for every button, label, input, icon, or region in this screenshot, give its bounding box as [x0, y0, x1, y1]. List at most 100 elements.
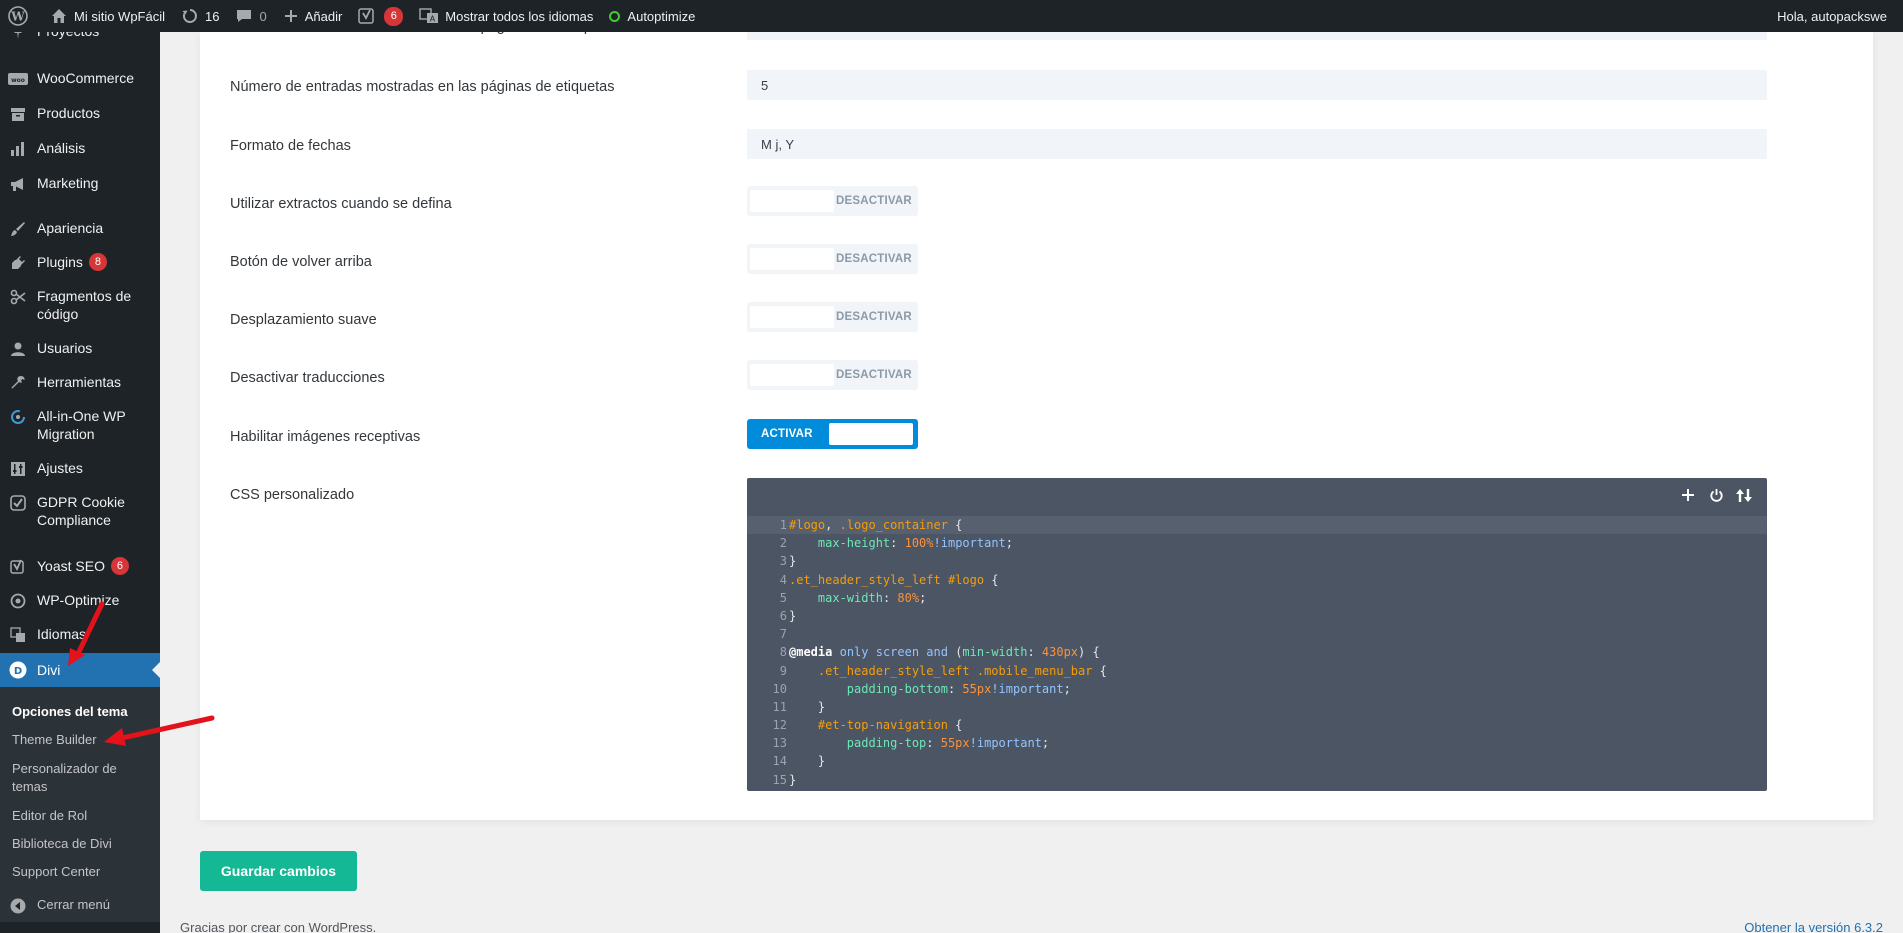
language-icon [8, 625, 28, 645]
wordpress-logo-button[interactable]: W [0, 0, 42, 32]
scissors-icon [8, 287, 28, 307]
code-lines: 1 #logo, .logo_container { 2 max-height: … [747, 516, 1767, 789]
back-to-top-toggle[interactable]: DESACTIVAR [747, 244, 918, 274]
optimize-icon [8, 591, 28, 611]
line-number: 6 [779, 608, 787, 623]
add-new-label: Añadir [304, 8, 343, 24]
annotation-arrow-icon [68, 601, 105, 666]
editor-toolbar [1679, 486, 1753, 504]
line-number: 13 [772, 736, 787, 751]
toggle-off-text: DESACTIVAR [836, 253, 912, 265]
status-dot-icon [609, 10, 621, 22]
sidebar-item-productos[interactable]: Productos [0, 104, 160, 124]
settings-icon [8, 459, 28, 479]
tag-posts-input[interactable]: 5 [747, 70, 1767, 100]
line-number: 1 [779, 518, 787, 532]
site-name: Mi sitio WpFácil [74, 8, 166, 24]
toggle-knob [828, 423, 913, 445]
autoptimize-label: Autoptimize [627, 8, 696, 24]
line-number: 10 [772, 681, 787, 696]
svg-text:woo: woo [11, 77, 25, 84]
yoast-icon [358, 7, 376, 25]
comments-count: 0 [259, 8, 267, 24]
submenu-biblioteca[interactable]: Biblioteca de Divi [0, 835, 124, 853]
line-number: 2 [779, 536, 787, 551]
collapse-menu-button[interactable]: Cerrar menú [0, 896, 160, 916]
add-new-link[interactable]: Añadir [275, 0, 351, 32]
date-format-input[interactable]: M j, Y [747, 129, 1767, 159]
account-menu[interactable]: Hola, autopackswe [1769, 0, 1903, 32]
line-number: 12 [772, 718, 787, 733]
autoptimize-link[interactable]: Autoptimize [601, 0, 703, 32]
toggle-off-text: DESACTIVAR [836, 195, 912, 207]
translate-icon: A [419, 7, 439, 25]
toggle-off-text: DESACTIVAR [836, 369, 912, 381]
sidebar-item-woocommerce[interactable]: woo WooCommerce [0, 69, 160, 89]
sidebar-item-plugins[interactable]: Plugins 8 [0, 253, 160, 273]
line-number: 15 [772, 772, 787, 787]
sidebar-item-proyectos[interactable]: Proyectos [0, 32, 160, 42]
update-icon [181, 7, 199, 25]
line-number: 8 [779, 645, 787, 660]
sidebar-item-all-in-one[interactable]: All-in-One WP Migration [0, 407, 160, 443]
sidebar-item-usuarios[interactable]: Usuarios [0, 339, 160, 359]
sidebar-item-apariencia[interactable]: Apariencia [0, 219, 160, 239]
sidebar-item-fragmentos[interactable]: Fragmentos de código [0, 287, 160, 323]
excerpts-toggle[interactable]: DESACTIVAR [747, 186, 918, 216]
show-languages-link[interactable]: A Mostrar todos los idiomas [411, 0, 601, 32]
submenu-support-center[interactable]: Support Center [0, 863, 112, 881]
save-changes-button[interactable]: Guardar cambios [200, 851, 357, 891]
archive-icon [8, 104, 28, 124]
user-icon [8, 339, 28, 359]
pin-icon [8, 32, 28, 42]
toggle-on-text: ACTIVAR [761, 428, 813, 440]
sidebar-item-ajustes[interactable]: Ajustes [0, 459, 160, 479]
toggle-knob [750, 248, 834, 270]
annotation-arrow-icon [104, 715, 215, 746]
smooth-scroll-toggle[interactable]: DESACTIVAR [747, 302, 918, 332]
line-number: 9 [779, 663, 787, 678]
plus-icon [283, 8, 299, 24]
plus-icon[interactable] [1679, 486, 1697, 504]
svg-text:W: W [10, 10, 25, 24]
line-number: 7 [779, 627, 787, 642]
responsive-images-label: Habilitar imágenes receptivas [230, 429, 421, 445]
active-indicator [152, 662, 160, 678]
footer-version-link[interactable]: Obtener la versión 6.3.2 [1744, 920, 1883, 933]
power-icon[interactable] [1707, 486, 1725, 504]
submenu-editor-de-rol[interactable]: Editor de Rol [0, 807, 99, 825]
sidebar-item-analisis[interactable]: Análisis [0, 139, 160, 159]
submenu-personalizador[interactable]: Personalizador de temas [0, 760, 130, 796]
svg-text:D: D [14, 666, 22, 677]
yoast-sidebar-badge: 6 [110, 557, 129, 575]
toggle-off-text: DESACTIVAR [836, 311, 912, 323]
toggle-knob [750, 364, 834, 386]
yoast-link[interactable]: 6 [350, 0, 411, 32]
updates-link[interactable]: 16 [173, 0, 227, 32]
check-icon [8, 493, 28, 513]
svg-text:A: A [430, 15, 436, 24]
toggle-knob [750, 190, 834, 212]
sidebar-item-yoast[interactable]: Yoast SEO 6 [0, 557, 160, 577]
line-number: 3 [779, 554, 787, 569]
admin-sidebar: Proyectos woo WooCommerce Productos Anál… [0, 32, 160, 933]
line-number: 14 [772, 754, 787, 769]
site-name-link[interactable]: Mi sitio WpFácil [42, 0, 173, 32]
submenu-theme-builder[interactable]: Theme Builder [0, 731, 109, 749]
sidebar-item-marketing[interactable]: Marketing [0, 174, 160, 194]
tag-posts-label: Número de entradas mostradas en las pági… [230, 79, 615, 95]
custom-css-editor[interactable]: 1 #logo, .logo_container { 2 max-height: … [747, 478, 1767, 791]
sidebar-item-gdpr[interactable]: GDPR Cookie Compliance [0, 493, 160, 529]
sort-icon[interactable] [1735, 486, 1753, 504]
date-format-label: Formato de fechas [230, 138, 351, 154]
smooth-scroll-label: Desplazamiento suave [230, 312, 377, 328]
sidebar-item-herramientas[interactable]: Herramientas [0, 373, 160, 393]
yoast-badge: 6 [384, 6, 404, 26]
disable-translations-toggle[interactable]: DESACTIVAR [747, 360, 918, 390]
responsive-images-toggle[interactable]: ACTIVAR [747, 419, 918, 449]
admin-bar: W Mi sitio WpFácil 16 0 Añadir 6 A Mostr… [0, 0, 1903, 32]
excerpts-label: Utilizar extractos cuando se defina [230, 196, 452, 212]
comments-link[interactable]: 0 [227, 0, 274, 32]
chart-icon [8, 139, 28, 159]
back-to-top-label: Botón de volver arriba [230, 254, 372, 270]
